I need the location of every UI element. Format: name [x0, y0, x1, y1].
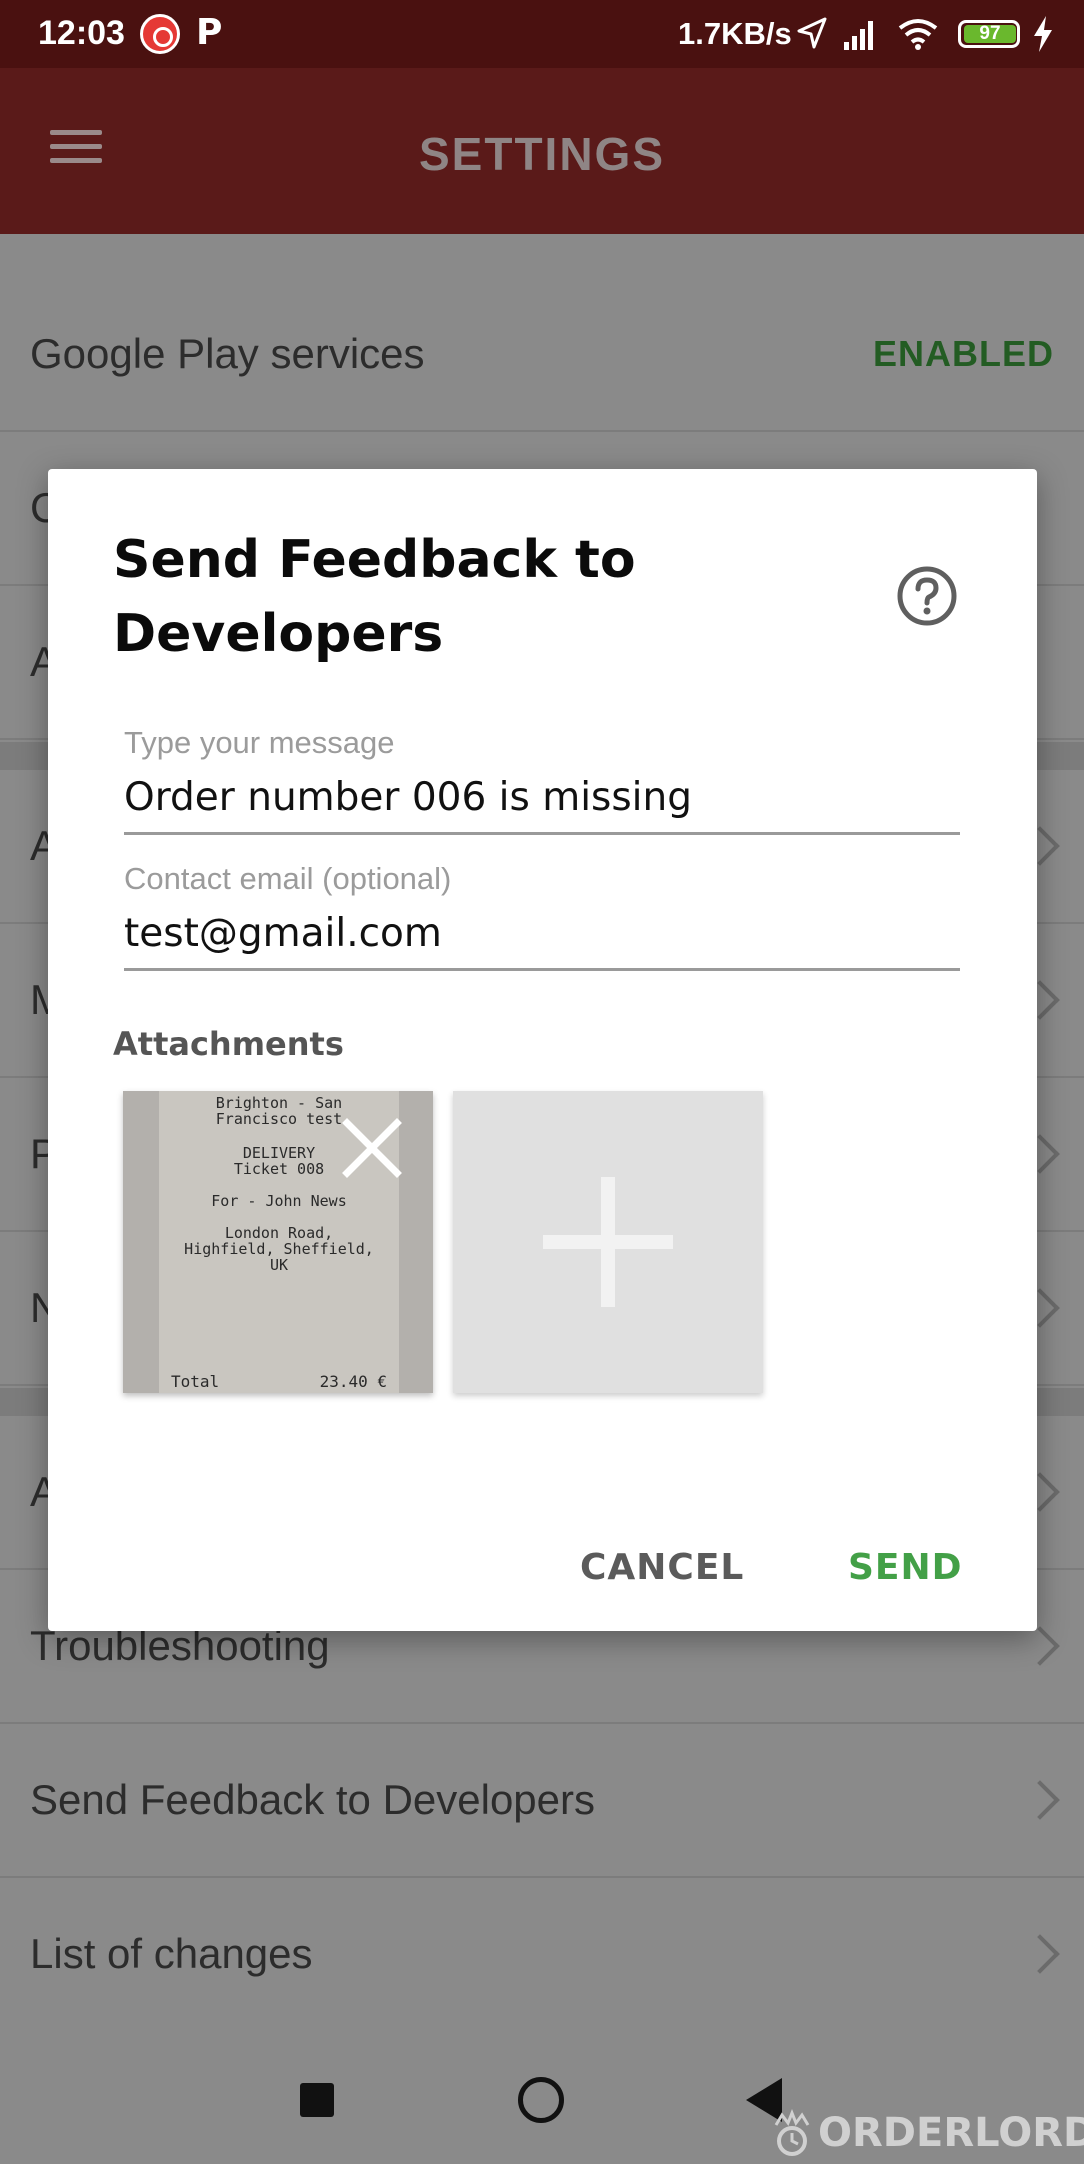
receipt-line: UK	[269, 1256, 289, 1274]
app-notification-icon	[140, 14, 180, 54]
receipt-line: Highfield, Sheffield,	[184, 1240, 374, 1258]
signal-icon	[844, 21, 873, 50]
network-speed: 1.7KB/s	[678, 16, 792, 51]
watermark-logo: ORDERLORD	[770, 2108, 1084, 2158]
home-icon[interactable]	[518, 2077, 564, 2123]
remove-attachment-icon[interactable]	[337, 1113, 407, 1183]
help-icon[interactable]	[896, 565, 958, 627]
cancel-button[interactable]: CANCEL	[580, 1547, 744, 1588]
row-label: Send Feedback to Developers	[30, 1776, 596, 1823]
parking-app-icon: P	[196, 12, 223, 53]
send-button[interactable]: SEND	[848, 1547, 963, 1588]
attachments-heading: Attachments	[113, 1025, 344, 1063]
plus-icon	[543, 1177, 673, 1307]
settings-row-google-play[interactable]: Google Play services ENABLED	[0, 278, 1084, 432]
message-label: Type your message	[124, 725, 395, 760]
status-badge: ENABLED	[872, 333, 1054, 374]
email-input[interactable]	[124, 911, 960, 971]
battery-icon: 97	[958, 20, 1020, 48]
receipt-line: London Road,	[224, 1224, 334, 1242]
page-title: SETTINGS	[418, 128, 666, 180]
settings-row-list-of-changes[interactable]: List of changes	[0, 1878, 1084, 2032]
status-time: 12:03	[38, 14, 125, 52]
add-attachment-button[interactable]	[453, 1091, 763, 1393]
row-label: Google Play services	[30, 330, 425, 377]
battery-level: 97	[964, 24, 1016, 43]
email-label: Contact email (optional)	[124, 861, 452, 896]
chevron-right-icon	[1020, 1780, 1060, 1820]
charging-icon	[1034, 16, 1052, 52]
chevron-right-icon	[1020, 1934, 1060, 1974]
recents-icon[interactable]	[300, 2083, 334, 2117]
row-label: List of changes	[30, 1930, 313, 1977]
chevron-right-icon	[1020, 1626, 1060, 1666]
receipt-total: Total 23.40 €	[171, 1372, 387, 1391]
message-field: Type your message	[124, 725, 960, 835]
receipt-line: For - John News	[211, 1192, 347, 1210]
email-field: Contact email (optional)	[124, 861, 960, 971]
send-feedback-dialog: Send Feedback to Developers Type your me…	[48, 469, 1037, 1631]
attachment-thumbnail[interactable]: Brighton - San Francisco test DELIVERY T…	[123, 1091, 433, 1393]
status-bar: 12:03 P 1.7KB/s 97	[0, 0, 1084, 68]
receipt-line: Brighton - San	[215, 1094, 343, 1112]
location-arrow-icon	[797, 17, 827, 49]
crown-clock-icon	[774, 2109, 810, 2156]
settings-row-send-feedback[interactable]: Send Feedback to Developers	[0, 1724, 1084, 1878]
watermark-text: ORDERLORD	[818, 2110, 1084, 2156]
message-input[interactable]	[124, 775, 960, 835]
dialog-title: Send Feedback to Developers	[113, 530, 636, 664]
wifi-icon	[898, 19, 938, 50]
